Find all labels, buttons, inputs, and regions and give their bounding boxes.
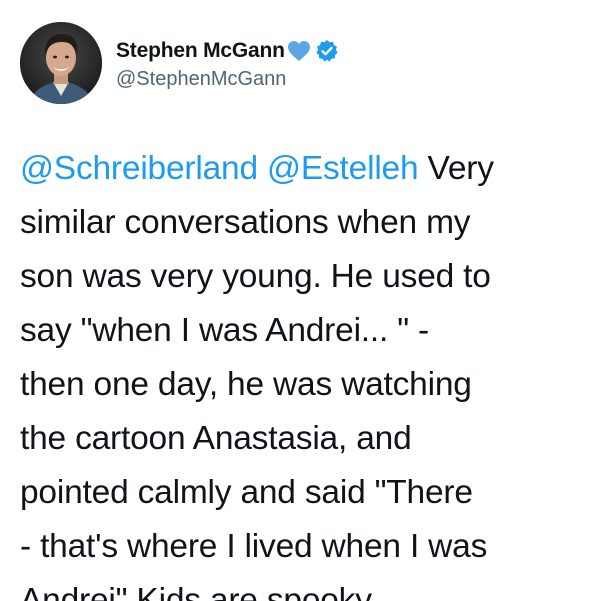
name-row: Stephen McGann — [116, 36, 339, 66]
author-info: Stephen McGann @StephenMcGann — [116, 36, 339, 91]
mention-link[interactable]: @Estelleh — [267, 150, 419, 187]
text-line-7: pointed calmly and said "There — [20, 474, 473, 511]
tweet-text: @Schreiberland @Estelleh Very similar co… — [20, 142, 590, 601]
tweet: Stephen McGann @StephenMcGann @Schreiber… — [0, 0, 599, 601]
tweet-header: Stephen McGann @StephenMcGann — [20, 22, 339, 104]
text-segment: Very — [418, 150, 494, 187]
blue-heart-icon — [287, 40, 311, 62]
text-line-9: Andrei" Kids are spooky... — [20, 582, 397, 601]
mention-link[interactable]: @Schreiberland — [20, 150, 258, 187]
text-line-2: similar conversations when my — [20, 204, 471, 241]
text-line-8: - that's where I lived when I was — [20, 528, 488, 565]
display-name[interactable]: Stephen McGann — [116, 39, 285, 63]
avatar[interactable] — [20, 22, 102, 104]
text-line-4: say "when I was Andrei... " - — [20, 312, 429, 349]
text-line-3: son was very young. He used to — [20, 258, 491, 295]
text-line-5: then one day, he was watching — [20, 366, 472, 403]
text-line-6: the cartoon Anastasia, and — [20, 420, 412, 457]
text-line-1: @Schreiberland @Estelleh Very — [20, 142, 590, 196]
verified-badge-icon — [315, 39, 339, 63]
handle[interactable]: @StephenMcGann — [116, 68, 339, 91]
